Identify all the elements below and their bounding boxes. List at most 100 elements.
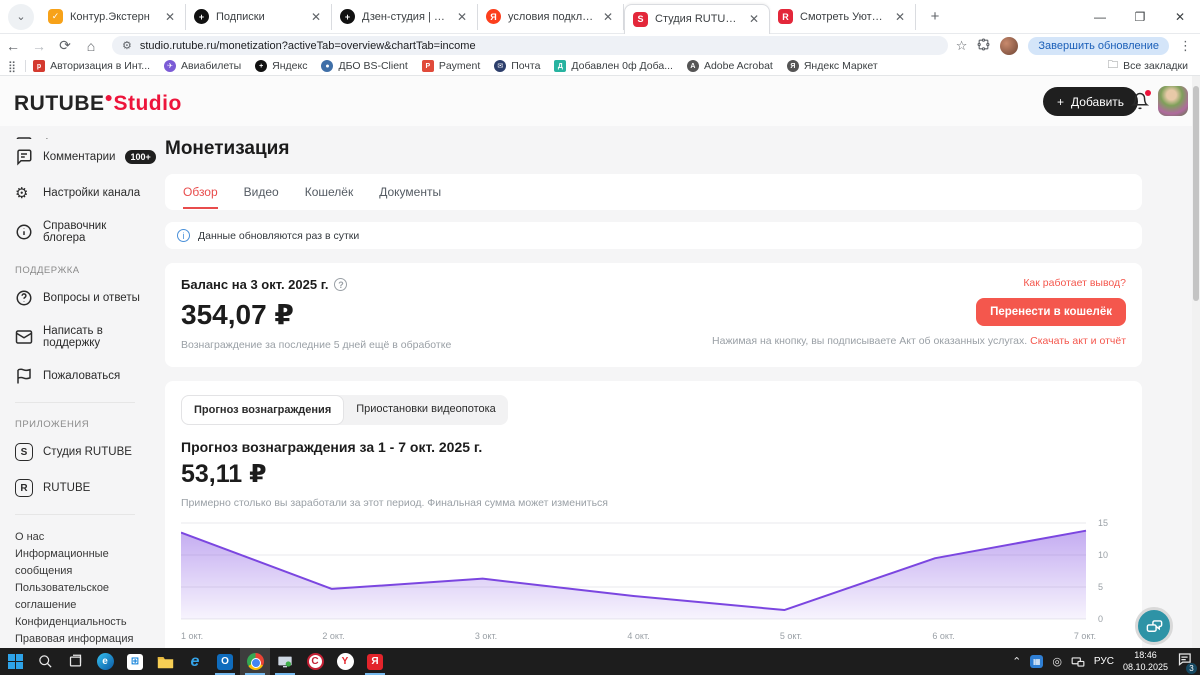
tray-network-icon[interactable]: [1071, 656, 1085, 668]
channel-avatar[interactable]: [1158, 86, 1188, 116]
apps-grid-icon[interactable]: ⣿: [0, 60, 25, 73]
browser-profile-avatar[interactable]: [1000, 36, 1019, 55]
tray-chevron-icon[interactable]: ⌃: [1012, 655, 1021, 668]
tab-video[interactable]: Видео: [244, 185, 279, 199]
bookmark-item[interactable]: ● ДБО BS-Client: [314, 60, 414, 72]
tab-overview[interactable]: Обзор: [183, 185, 218, 209]
language-indicator[interactable]: РУС: [1094, 656, 1114, 667]
sidebar-item-write-support[interactable]: Написать в поддержку: [0, 316, 150, 358]
address-bar[interactable]: ⚙ studio.rutube.ru/monetization?activeTa…: [112, 36, 948, 55]
taskbar-yandex-browser[interactable]: Y: [330, 648, 360, 675]
tab-close-icon[interactable]: ✕: [747, 12, 761, 26]
extensions-icon[interactable]: [977, 38, 990, 54]
taskbar-bs-client[interactable]: [270, 648, 300, 675]
flag-icon: [17, 368, 31, 384]
toggle-stream-pauses[interactable]: Приостановки видеопотока: [344, 395, 508, 425]
bookmark-item[interactable]: Я Яндекс Маркет: [780, 60, 885, 72]
task-view-button[interactable]: [60, 648, 90, 675]
tab-close-icon[interactable]: ✕: [893, 10, 907, 24]
sidebar-item-channel-settings[interactable]: ⚙ Настройки канала: [0, 175, 150, 211]
tab-yandex-conditions[interactable]: Я условия подключения монети... ✕: [478, 3, 624, 30]
how-withdrawal-works-link[interactable]: Как работает вывод?: [1023, 277, 1126, 289]
windows-taskbar: e ⊞ e O C Y Я ⌃ ▦ ◎ РУС 18:46 08.10.2025…: [0, 648, 1200, 675]
footer-link-privacy[interactable]: Конфиденциальность: [15, 614, 140, 631]
reload-button[interactable]: ⟳: [52, 36, 78, 56]
scrollbar-thumb[interactable]: [1193, 86, 1199, 301]
sidebar-item-complain[interactable]: Пожаловаться: [0, 358, 150, 394]
download-act-link[interactable]: Скачать акт и отчёт: [1030, 335, 1126, 347]
taskbar-edge[interactable]: e: [90, 648, 120, 675]
tab-search-button[interactable]: ⌄: [8, 3, 34, 30]
footer-link-about[interactable]: О нас: [15, 529, 140, 546]
window-minimize-button[interactable]: —: [1080, 1, 1120, 33]
footer-link-terms[interactable]: Пользовательское соглашение: [15, 580, 140, 614]
toggle-income-forecast[interactable]: Прогноз вознаграждения: [181, 395, 345, 425]
action-center-button[interactable]: 3: [1177, 652, 1197, 674]
window-restore-button[interactable]: ❐: [1120, 1, 1160, 33]
bookmark-item[interactable]: Д Добавлен 0ф Доба...: [547, 60, 680, 72]
sidebar-item-app-rutube[interactable]: R RUTUBE: [0, 470, 150, 506]
tab-close-icon[interactable]: ✕: [601, 10, 615, 24]
gear-icon: ⚙: [15, 185, 29, 202]
tab-close-icon[interactable]: ✕: [309, 10, 323, 24]
tab-podpiski[interactable]: + Подписки ✕: [186, 3, 332, 30]
sidebar-item-label: Комментарии: [43, 151, 116, 163]
finish-update-button[interactable]: Завершить обновление: [1028, 36, 1169, 55]
bookmark-item[interactable]: ✈ Авиабилеты: [157, 60, 248, 72]
new-tab-button[interactable]: +: [922, 4, 948, 30]
sidebar-item-blogger-guide[interactable]: Справочник блогера: [0, 211, 150, 253]
transfer-to-wallet-button[interactable]: Перенести в кошелёк: [976, 298, 1126, 326]
income-area-chart[interactable]: 0 5 10 15 1 окт. 2 окт. 3 окт. 4 окт. 5 окт. 6 о…: [180, 518, 1126, 644]
footer-link-legal[interactable]: Правовая информация: [15, 631, 140, 648]
bookmark-item[interactable]: A Adobe Acrobat: [680, 60, 780, 72]
tab-dzen-studio[interactable]: + Дзен-студия | Рутуб. Монетиз... ✕: [332, 3, 478, 30]
taskbar-search-button[interactable]: [30, 648, 60, 675]
taskbar-outlook[interactable]: O: [210, 648, 240, 675]
all-bookmarks-button[interactable]: 🗀 Все закладки: [1108, 57, 1200, 75]
tab-close-icon[interactable]: ✕: [163, 10, 177, 24]
outlook-icon: O: [217, 653, 233, 670]
notifications-bell-icon[interactable]: [1130, 90, 1151, 112]
taskbar-clock[interactable]: 18:46 08.10.2025: [1123, 650, 1168, 673]
bookmark-item[interactable]: p Авторизация в Инт...: [26, 60, 157, 72]
taskbar-yandex[interactable]: Я: [360, 648, 390, 675]
back-button[interactable]: ←: [0, 36, 26, 56]
forecast-caption: Примерно столько вы заработали за этот п…: [181, 497, 608, 509]
tab-kontur[interactable]: ✓ Контур.Экстерн ✕: [40, 3, 186, 30]
page-scrollbar[interactable]: [1192, 76, 1200, 648]
tray-app-icon[interactable]: ◎: [1052, 655, 1062, 668]
info-icon: [16, 224, 32, 240]
rutube-studio-logo[interactable]: RUTUBE●Studio: [14, 89, 182, 116]
home-button[interactable]: ⌂: [78, 36, 104, 56]
taskbar-explorer[interactable]: [150, 648, 180, 675]
tray-photos-icon[interactable]: ▦: [1030, 655, 1044, 668]
tab-close-icon[interactable]: ✕: [455, 10, 469, 24]
tab-rutube-watch[interactable]: R Смотреть Уютная Беседка на ... ✕: [770, 3, 916, 30]
add-button[interactable]: + Добавить: [1043, 87, 1139, 116]
tab-wallet[interactable]: Кошелёк: [305, 185, 354, 199]
bookmark-item[interactable]: P Payment: [415, 60, 487, 72]
browser-menu-icon[interactable]: ⋮: [1179, 38, 1192, 54]
tab-documents[interactable]: Документы: [379, 185, 441, 199]
help-icon[interactable]: ?: [334, 278, 348, 291]
window-close-button[interactable]: ✕: [1160, 1, 1200, 33]
sidebar-item-label: RUTUBE: [43, 482, 91, 494]
tab-rutube-studio-active[interactable]: S Студия RUTUBE ✕: [624, 3, 770, 34]
footer-link-news[interactable]: Информационные сообщения: [15, 546, 140, 580]
bookmark-item[interactable]: + Яндекс: [248, 60, 314, 72]
sidebar-item-app-studio[interactable]: S Студия RUTUBE: [0, 434, 150, 470]
sidebar-item-analytics[interactable]: Аналитика: [0, 126, 150, 139]
bookmark-item[interactable]: ✉ Почта: [487, 60, 547, 72]
taskbar-kontur[interactable]: C: [300, 648, 330, 675]
sidebar-item-comments[interactable]: Комментарии 100+: [0, 139, 156, 175]
taskbar-chrome-active[interactable]: [240, 648, 270, 675]
taskbar-ie[interactable]: e: [180, 648, 210, 675]
site-settings-icon[interactable]: ⚙: [122, 39, 132, 52]
bookmark-star-icon[interactable]: ☆: [956, 38, 968, 54]
taskbar-store[interactable]: ⊞: [120, 648, 150, 675]
start-button[interactable]: [0, 648, 30, 675]
sidebar-item-faq[interactable]: Вопросы и ответы: [0, 280, 150, 316]
support-chat-fab[interactable]: [1135, 607, 1173, 645]
forward-button[interactable]: →: [26, 36, 52, 56]
url-text[interactable]: studio.rutube.ru/monetization?activeTab=…: [140, 40, 476, 52]
